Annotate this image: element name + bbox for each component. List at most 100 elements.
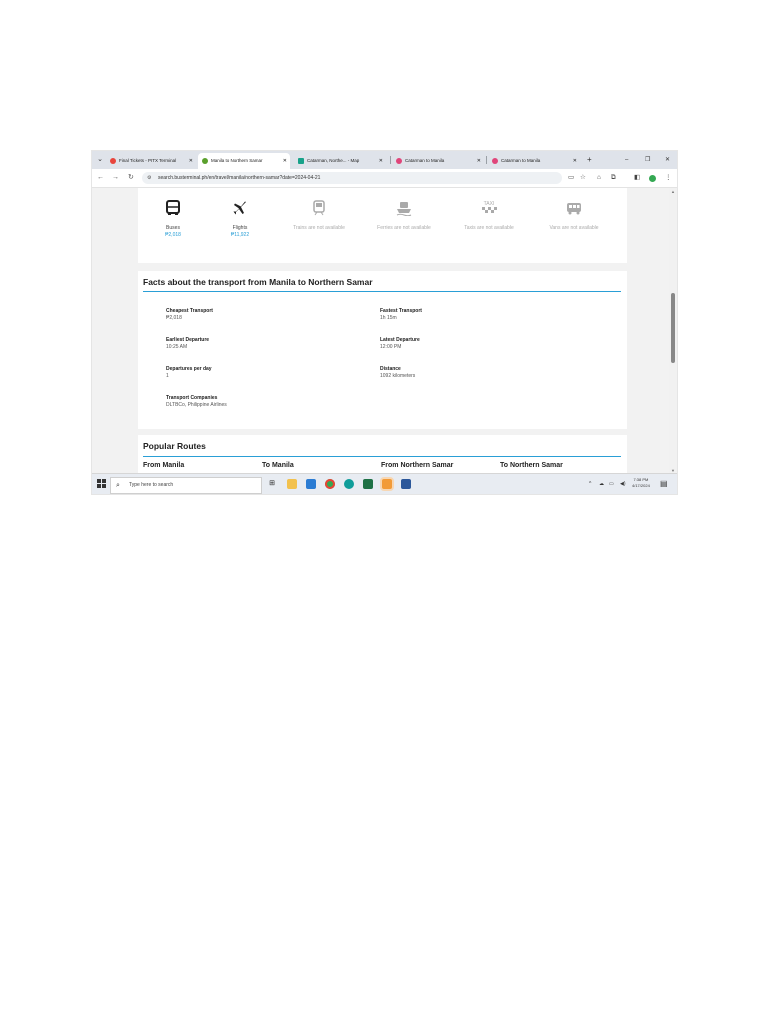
restore-icon[interactable]: ❐ (645, 153, 650, 167)
title-underline (143, 291, 621, 292)
edge-icon[interactable] (344, 479, 354, 489)
tab-favicon (110, 157, 116, 164)
scroll-up-icon[interactable]: ▲ (669, 189, 677, 194)
new-tab-button[interactable]: + (587, 153, 592, 167)
tab-strip: ⌄ Final Tickets - PITX Terminal ✕ Manila … (92, 151, 677, 169)
clock-date: 4/17/2024 (632, 483, 650, 488)
popular-title: Popular Routes (143, 441, 206, 451)
mode-vans: Vans are not available (544, 200, 604, 232)
tab-title: Catarman, Northe... - Map (307, 158, 360, 163)
task-view-icon[interactable]: ⊞ (267, 479, 277, 489)
taxi-icon: TAXI (482, 201, 497, 213)
tab-title: Catarman to Manila (405, 158, 445, 163)
facts-card: Facts about the transport from Manila to… (138, 271, 627, 429)
facts-title: Facts about the transport from Manila to… (143, 277, 373, 287)
page-scrollbar[interactable]: ▲ ▼ (669, 188, 677, 473)
mode-price: ₱11,922 (230, 232, 250, 238)
word-icon[interactable] (401, 479, 411, 489)
home-icon[interactable]: ⌂ (597, 172, 601, 184)
mail-icon[interactable] (306, 479, 316, 489)
side-panel-icon[interactable]: ◧ (634, 172, 640, 184)
tab-separator (486, 156, 487, 164)
close-tab-icon[interactable]: ✕ (477, 153, 481, 169)
bookmark-star-icon[interactable]: ☆ (580, 172, 586, 184)
route-column-to-manila[interactable]: To Manila (262, 462, 294, 469)
mode-taxis: TAXI Taxis are not available (459, 200, 519, 232)
fact-transport-companies: Transport Companies DLTBCo, Philippine A… (166, 395, 227, 409)
route-column-from-manila[interactable]: From Manila (143, 462, 184, 469)
screenshot: ⌄ Final Tickets - PITX Terminal ✕ Manila … (92, 151, 677, 494)
mode-flights[interactable]: Flights ₱11,922 (210, 200, 270, 239)
fact-value: 1h 15m (380, 315, 397, 321)
tab-separator (390, 156, 391, 164)
back-icon[interactable]: ← (97, 172, 104, 184)
volume-icon[interactable]: ◀) (620, 479, 626, 489)
transport-modes-card: Buses ₱2,018 Flights ₱11,922 Trains are … (138, 188, 627, 263)
page-content: Buses ₱2,018 Flights ₱11,922 Trains are … (92, 188, 677, 473)
fact-label: Departures per day (166, 366, 212, 372)
fact-label: Latest Departure (380, 337, 420, 343)
install-app-icon[interactable]: ▭ (568, 172, 574, 184)
menu-kebab-icon[interactable]: ⋮ (665, 172, 672, 184)
windows-taskbar: ⌕ Type here to search ⊞ ^ ☁ ▭ ◀) 7:38 PM… (92, 473, 677, 494)
mode-price: ₱2,018 (165, 232, 181, 238)
fact-value: 1092 kilometers (380, 373, 416, 379)
fact-value: 12:00 PM (380, 344, 402, 350)
notifications-icon[interactable]: ▤ (660, 479, 668, 489)
tab-title: Catarman to Manila (501, 158, 541, 163)
mode-buses[interactable]: Buses ₱2,018 (143, 200, 203, 239)
taskbar-clock[interactable]: 7:38 PM 4/17/2024 (632, 477, 650, 489)
chrome-icon[interactable] (325, 479, 335, 489)
tab-catarman-map[interactable]: Catarman, Northe... - Map ✕ (294, 153, 386, 169)
route-column-from-northern-samar[interactable]: From Northern Samar (381, 462, 453, 469)
fact-cheapest: Cheapest Transport ₱2,018 (166, 308, 213, 322)
tab-title: Manila to Northern Samar (211, 158, 263, 163)
tab-catarman-manila-2[interactable]: Catarman to Manila ✕ (488, 153, 580, 169)
cloud-icon[interactable]: ☁ (599, 479, 604, 489)
taskbar-search-box[interactable]: ⌕ Type here to search (110, 477, 262, 494)
fact-value: ₱2,018 (166, 315, 182, 321)
route-column-to-northern-samar[interactable]: To Northern Samar (500, 462, 563, 469)
site-info-icon[interactable]: ⚙ (147, 172, 151, 184)
fact-label: Earliest Departure (166, 337, 210, 343)
forward-icon[interactable]: → (112, 172, 119, 184)
title-underline (143, 456, 621, 457)
tab-manila-northern-samar[interactable]: Manila to Northern Samar ✕ (198, 153, 290, 169)
mode-label: Vans are not available (549, 225, 599, 231)
close-tab-icon[interactable]: ✕ (379, 153, 383, 169)
snipping-tool-icon[interactable] (382, 479, 392, 489)
show-hidden-icons-icon[interactable]: ^ (589, 479, 591, 489)
close-window-icon[interactable]: ✕ (665, 153, 670, 167)
bus-icon (166, 200, 180, 215)
tab-catarman-manila-1[interactable]: Catarman to Manila ✕ (392, 153, 484, 169)
tab-search-icon[interactable]: ⌄ (95, 155, 105, 165)
file-explorer-icon[interactable] (287, 479, 297, 489)
tab-final-tickets[interactable]: Final Tickets - PITX Terminal ✕ (106, 153, 196, 169)
reload-icon[interactable]: ↻ (128, 172, 134, 184)
tab-favicon (396, 157, 402, 164)
fact-label: Fastest Transport (380, 308, 422, 314)
fact-departures-per-day: Departures per day 1 (166, 366, 212, 380)
close-tab-icon[interactable]: ✕ (283, 153, 287, 169)
popular-routes-card: Popular Routes From Manila To Manila Fro… (138, 435, 627, 473)
plane-icon (233, 201, 246, 215)
fact-label: Cheapest Transport (166, 308, 213, 314)
taxi-icon-text: TAXI (484, 201, 495, 207)
close-tab-icon[interactable]: ✕ (573, 153, 577, 169)
address-bar[interactable]: ⚙ search.busterminal.ph/en/travel/manila… (142, 172, 562, 184)
tab-favicon (202, 157, 208, 164)
windows-start-icon[interactable] (97, 479, 107, 489)
profile-avatar[interactable] (649, 175, 656, 182)
minimize-icon[interactable]: – (625, 153, 628, 167)
fact-latest: Latest Departure 12:00 PM (380, 337, 420, 351)
fact-label: Transport Companies (166, 395, 218, 401)
fact-earliest: Earliest Departure 10:25 AM (166, 337, 209, 351)
scrollbar-thumb[interactable] (671, 293, 675, 363)
mode-label: Taxis are not available (464, 225, 514, 231)
tab-title: Final Tickets - PITX Terminal (119, 158, 177, 163)
close-tab-icon[interactable]: ✕ (189, 153, 193, 169)
excel-icon[interactable] (363, 479, 373, 489)
extensions-icon[interactable]: ⧉ (611, 172, 616, 184)
battery-icon[interactable]: ▭ (609, 479, 614, 489)
mode-label: Buses (166, 225, 180, 231)
